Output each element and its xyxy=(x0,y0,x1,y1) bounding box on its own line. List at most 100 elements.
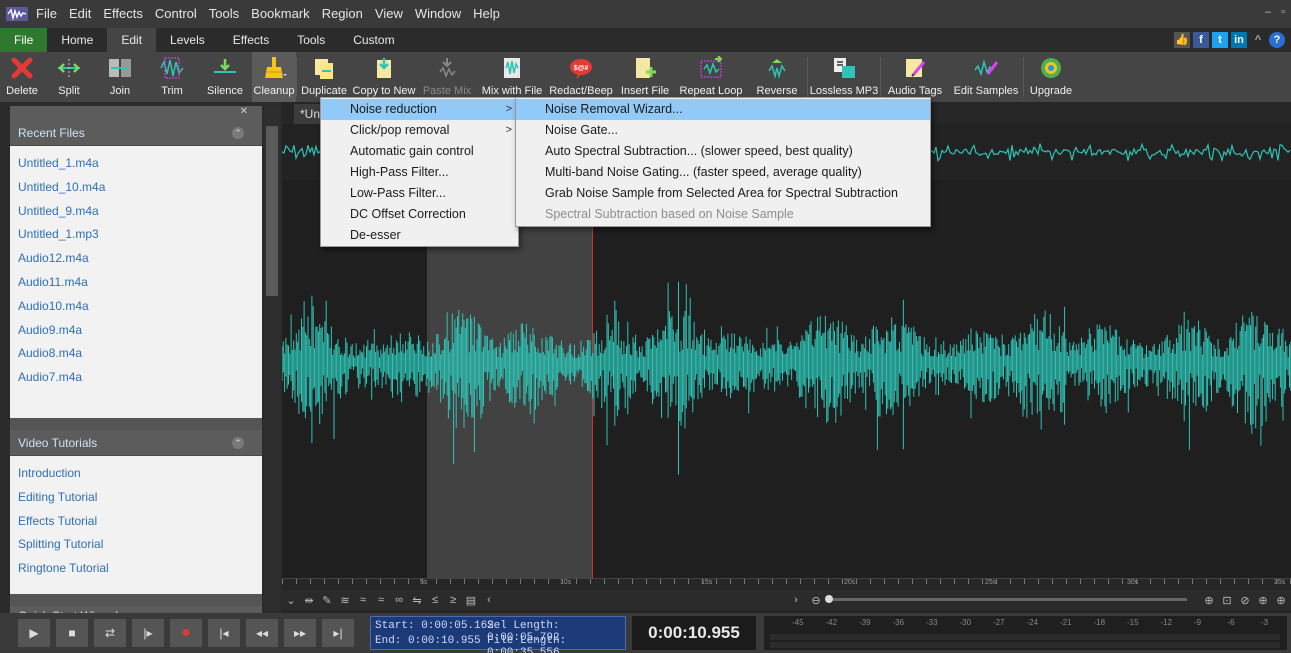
mix-with-file-button[interactable]: Mix with File xyxy=(477,52,547,102)
menu-file[interactable]: File xyxy=(30,0,63,28)
wave-icon[interactable]: ≋ xyxy=(336,594,354,607)
zoom-selection-icon[interactable]: ⊘ xyxy=(1236,594,1254,607)
repeat-loop-button[interactable]: Repeat Loop xyxy=(675,52,747,102)
tutorial-item[interactable]: Editing Tutorial xyxy=(10,486,262,510)
upgrade-button[interactable]: Upgrade xyxy=(1024,52,1078,102)
tutorial-item[interactable]: Ringtone Tutorial xyxy=(10,557,262,581)
redact-beep-button[interactable]: $@# Redact/Beep xyxy=(547,52,615,102)
menu-item-auto-spectral-subtraction[interactable]: Auto Spectral Subtraction... (slower spe… xyxy=(516,141,930,162)
menu-item-click-pop-removal[interactable]: Click/pop removal > xyxy=(321,120,518,141)
menu-region[interactable]: Region xyxy=(316,0,369,28)
copy-to-new-button[interactable]: Copy to New xyxy=(351,52,417,102)
split-button[interactable]: Split xyxy=(44,52,94,102)
silence-button[interactable]: Silence xyxy=(198,52,252,102)
close-panel-icon[interactable]: ✕ xyxy=(240,106,248,117)
recent-file-item[interactable]: Audio10.m4a xyxy=(10,295,262,319)
left-panel-scrollbar[interactable] xyxy=(264,106,280,613)
recent-file-item[interactable]: Audio7.m4a xyxy=(10,366,262,390)
menu-item-multi-band-noise-gating[interactable]: Multi-band Noise Gating... (faster speed… xyxy=(516,162,930,183)
help-icon[interactable]: ? xyxy=(1269,32,1285,48)
zoom-out-small-icon[interactable]: ⊖ xyxy=(807,594,825,607)
menu-item-noise-reduction[interactable]: Noise reduction > xyxy=(321,99,518,120)
twitter-icon[interactable]: t xyxy=(1212,32,1228,48)
go-to-start-button[interactable]: |◂ xyxy=(208,619,240,647)
play-button[interactable]: ▶ xyxy=(18,619,50,647)
edit-samples-button[interactable]: Edit Samples xyxy=(949,52,1023,102)
collapse-icon[interactable]: ⌃ xyxy=(232,127,244,139)
menu-effects[interactable]: Effects xyxy=(97,0,149,28)
scrollbar-thumb[interactable] xyxy=(266,126,278,296)
recent-files-header[interactable]: Recent Files ⌃ xyxy=(10,120,262,146)
fast-forward-button[interactable]: ▸▸ xyxy=(284,619,316,647)
video-tutorials-header[interactable]: Video Tutorials ⌃ xyxy=(10,430,262,456)
pencil-icon[interactable]: ✎ xyxy=(318,594,336,607)
end-time[interactable]: End: 0:00:10.955 xyxy=(375,635,481,647)
reverse-button[interactable]: Reverse xyxy=(747,52,807,102)
normalize-icon[interactable]: ⇹ xyxy=(300,594,318,607)
stop-button[interactable]: ■ xyxy=(56,619,88,647)
tutorial-item[interactable]: Splitting Tutorial xyxy=(10,533,262,557)
align-right-icon[interactable]: ≥ xyxy=(444,594,462,606)
trim-button[interactable]: Trim xyxy=(146,52,198,102)
scroll-right-icon[interactable]: › xyxy=(787,594,805,606)
app-logo-icon[interactable] xyxy=(4,4,30,24)
collapse-ribbon-icon[interactable]: ^ xyxy=(1250,32,1266,48)
align-left-icon[interactable]: ≤ xyxy=(426,594,444,606)
restore-icon[interactable]: ▫ xyxy=(1281,6,1285,18)
duplicate-button[interactable]: Duplicate xyxy=(297,52,351,102)
menu-item-noise-gate[interactable]: Noise Gate... xyxy=(516,120,930,141)
tab-tools[interactable]: Tools xyxy=(283,28,339,52)
menu-control[interactable]: Control xyxy=(149,0,203,28)
thumbs-up-icon[interactable]: 👍 xyxy=(1174,32,1190,48)
start-time[interactable]: Start: 0:00:05.162 xyxy=(375,620,494,632)
loop-button[interactable]: ⇄ xyxy=(94,619,126,647)
tab-home[interactable]: Home xyxy=(47,28,107,52)
menu-help[interactable]: Help xyxy=(467,0,506,28)
link-icon[interactable]: ∞ xyxy=(390,594,408,606)
zoom-full-icon[interactable]: ⊕ xyxy=(1254,594,1272,607)
cleanup-button[interactable]: Cleanup xyxy=(252,52,296,102)
insert-file-button[interactable]: Insert File xyxy=(615,52,675,102)
tab-levels[interactable]: Levels xyxy=(156,28,219,52)
facebook-icon[interactable]: f xyxy=(1193,32,1209,48)
recent-file-item[interactable]: Untitled_10.m4a xyxy=(10,176,262,200)
zoom-all-icon[interactable]: ⊕ xyxy=(1272,594,1290,607)
recent-file-item[interactable]: Untitled_1.mp3 xyxy=(10,223,262,247)
menu-item-dc-offset-correction[interactable]: DC Offset Correction xyxy=(321,204,518,225)
join-button[interactable]: Join xyxy=(94,52,146,102)
arrow-down-icon[interactable]: ⌄ xyxy=(282,594,300,607)
scroll-left-icon[interactable]: ‹ xyxy=(480,594,498,606)
paste-mix-button[interactable]: Paste Mix xyxy=(417,52,477,102)
minimize-icon[interactable]: – xyxy=(1265,6,1271,18)
zoom-in-icon[interactable]: ⊕ xyxy=(1200,594,1218,607)
menu-bookmark[interactable]: Bookmark xyxy=(245,0,316,28)
tutorial-item[interactable]: Effects Tutorial xyxy=(10,510,262,534)
play-to-end-button[interactable]: |▸ xyxy=(132,619,164,647)
wave-join-icon[interactable]: ≈ xyxy=(372,594,390,606)
menu-item-noise-removal-wizard[interactable]: Noise Removal Wizard... xyxy=(516,99,930,120)
zoom-slider[interactable] xyxy=(825,595,1187,603)
audio-tags-button[interactable]: Audio Tags xyxy=(881,52,949,102)
rewind-button[interactable]: ◂◂ xyxy=(246,619,278,647)
recent-file-item[interactable]: Audio8.m4a xyxy=(10,342,262,366)
linkedin-icon[interactable]: in xyxy=(1231,32,1247,48)
menu-item-high-pass-filter[interactable]: High-Pass Filter... xyxy=(321,162,518,183)
lossless-mp3-button[interactable]: Lossless MP3 xyxy=(808,52,880,102)
tab-file[interactable]: File xyxy=(0,28,48,52)
menu-window[interactable]: Window xyxy=(409,0,467,28)
tutorial-item[interactable]: Introduction xyxy=(10,462,262,486)
zoom-slider-knob[interactable] xyxy=(825,595,833,603)
recent-file-item[interactable]: Untitled_9.m4a xyxy=(10,200,262,224)
menu-item-de-esser[interactable]: De-esser xyxy=(321,225,518,246)
recent-file-item[interactable]: Untitled_1.m4a xyxy=(10,152,262,176)
record-button[interactable]: ● xyxy=(170,619,202,647)
main-waveform-area[interactable] xyxy=(282,108,1291,578)
recent-file-item[interactable]: Audio12.m4a xyxy=(10,247,262,271)
time-ruler[interactable]: 5s 10s 15s 20s 25s 30s 35s xyxy=(282,578,1291,590)
recent-file-item[interactable]: Audio9.m4a xyxy=(10,319,262,343)
collapse-icon[interactable]: ⌃ xyxy=(232,437,244,449)
fade-icon[interactable]: ⇋ xyxy=(408,594,426,607)
recent-file-item[interactable]: Audio11.m4a xyxy=(10,271,262,295)
go-to-end-button[interactable]: ▸| xyxy=(322,619,354,647)
zoom-fit-icon[interactable]: ⊡ xyxy=(1218,594,1236,607)
